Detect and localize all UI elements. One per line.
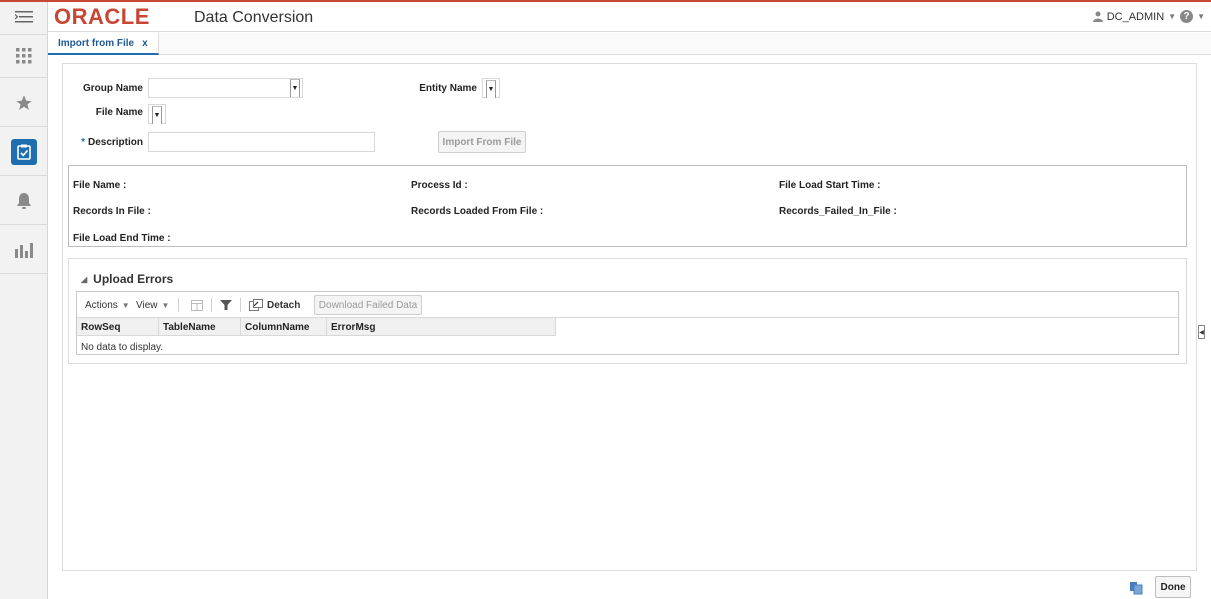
view-menu[interactable]: View ▼	[136, 292, 169, 318]
bell-icon	[16, 193, 31, 209]
process-id-info: Process Id :	[411, 180, 468, 191]
user-menu-caret-icon[interactable]: ▼	[1168, 12, 1176, 21]
detach-button[interactable]: Detach	[249, 292, 300, 318]
tab-bar: Import from File x	[48, 33, 1211, 55]
reports-button[interactable]	[0, 231, 47, 269]
chevron-down-icon[interactable]: ▼	[486, 80, 496, 98]
actions-caret-icon: ▼	[121, 300, 130, 310]
entity-name-select[interactable]: ▼	[482, 78, 500, 98]
tab-import-from-file[interactable]: Import from File x	[48, 33, 159, 55]
description-label: * Description	[81, 137, 143, 148]
notifications-button[interactable]	[0, 182, 47, 220]
upload-errors-section: ◢ Upload Errors Actions ▼ View ▼ Detach …	[68, 258, 1187, 364]
file-load-start-time-info: File Load Start Time :	[779, 180, 881, 191]
apps-grid-icon	[15, 48, 31, 64]
records-failed-info: Records_Failed_In_File :	[779, 206, 897, 217]
refresh-button[interactable]	[1129, 581, 1143, 595]
tab-close-icon[interactable]: x	[142, 38, 148, 49]
empty-table-message: No data to display.	[81, 342, 164, 353]
actions-menu[interactable]: Actions ▼	[85, 292, 130, 318]
main-panel: Group Name ▼ Entity Name ▼ File Name ▼ *…	[62, 63, 1197, 571]
file-info-panel: File Name : Process Id : File Load Start…	[68, 165, 1187, 247]
view-caret-icon: ▼	[161, 300, 170, 310]
help-menu-caret-icon[interactable]: ▼	[1197, 12, 1205, 21]
upload-errors-header[interactable]: ◢ Upload Errors	[81, 272, 173, 286]
menu-button[interactable]	[0, 0, 47, 34]
tab-label: Import from File	[58, 37, 135, 49]
file-name-select[interactable]: ▼	[148, 104, 166, 124]
collapse-triangle-icon[interactable]: ◢	[81, 275, 87, 284]
upload-errors-table: Actions ▼ View ▼ Detach Download Failed …	[76, 291, 1179, 355]
star-icon	[16, 95, 31, 110]
file-name-label: File Name	[95, 107, 143, 118]
column-header-errormsg[interactable]: ErrorMsg	[327, 318, 556, 336]
file-load-end-time-info: File Load End Time :	[73, 233, 171, 244]
filter-icon	[220, 300, 232, 310]
import-from-file-button[interactable]: Import From File	[438, 131, 526, 153]
file-name-info: File Name :	[73, 180, 127, 191]
required-marker: *	[81, 137, 85, 148]
upload-errors-title: Upload Errors	[93, 272, 174, 286]
records-loaded-info: Records Loaded From File :	[411, 206, 544, 217]
download-failed-data-button[interactable]: Download Failed Data	[314, 295, 422, 315]
group-name-label: Group Name	[82, 83, 143, 94]
apps-button[interactable]	[0, 37, 47, 75]
table-toolbar: Actions ▼ View ▼ Detach Download Failed …	[77, 292, 1178, 318]
columns-icon	[191, 299, 203, 311]
column-header-columnname[interactable]: ColumnName	[241, 318, 327, 336]
task-icon	[16, 144, 31, 160]
collapse-panel-icon[interactable]: ◀	[1198, 325, 1205, 339]
app-title: Data Conversion	[194, 9, 314, 26]
group-name-select[interactable]: ▼	[148, 78, 303, 98]
user-area: DC_ADMIN ▼ ? ▼	[1092, 10, 1205, 23]
detach-icon	[249, 299, 263, 311]
reports-icon	[14, 243, 33, 258]
refresh-icon	[1130, 582, 1143, 595]
menu-icon	[14, 11, 33, 23]
entity-name-label: Entity Name	[419, 83, 477, 94]
filter-button[interactable]	[220, 292, 232, 318]
chevron-down-icon[interactable]: ▼	[152, 106, 162, 124]
tasks-button-highlight	[10, 139, 37, 165]
columns-button[interactable]	[191, 292, 203, 318]
left-rail	[0, 2, 48, 599]
user-menu[interactable]: DC_ADMIN	[1107, 11, 1164, 23]
description-input[interactable]	[148, 132, 375, 152]
records-in-file-info: Records In File :	[73, 206, 151, 217]
oracle-logo: ORACLE	[54, 4, 150, 29]
chevron-down-icon[interactable]: ▼	[290, 79, 300, 97]
column-header-rowseq[interactable]: RowSeq	[77, 318, 159, 336]
user-icon	[1092, 11, 1103, 22]
help-icon[interactable]: ?	[1180, 10, 1194, 23]
app-header: ORACLE Data Conversion DC_ADMIN ▼ ? ▼	[48, 2, 1211, 32]
table-header-row: RowSeq TableName ColumnName ErrorMsg	[77, 318, 556, 336]
favorites-button[interactable]	[0, 84, 47, 122]
tasks-button[interactable]	[0, 133, 47, 171]
column-header-tablename[interactable]: TableName	[159, 318, 241, 336]
done-button[interactable]: Done	[1155, 576, 1191, 598]
